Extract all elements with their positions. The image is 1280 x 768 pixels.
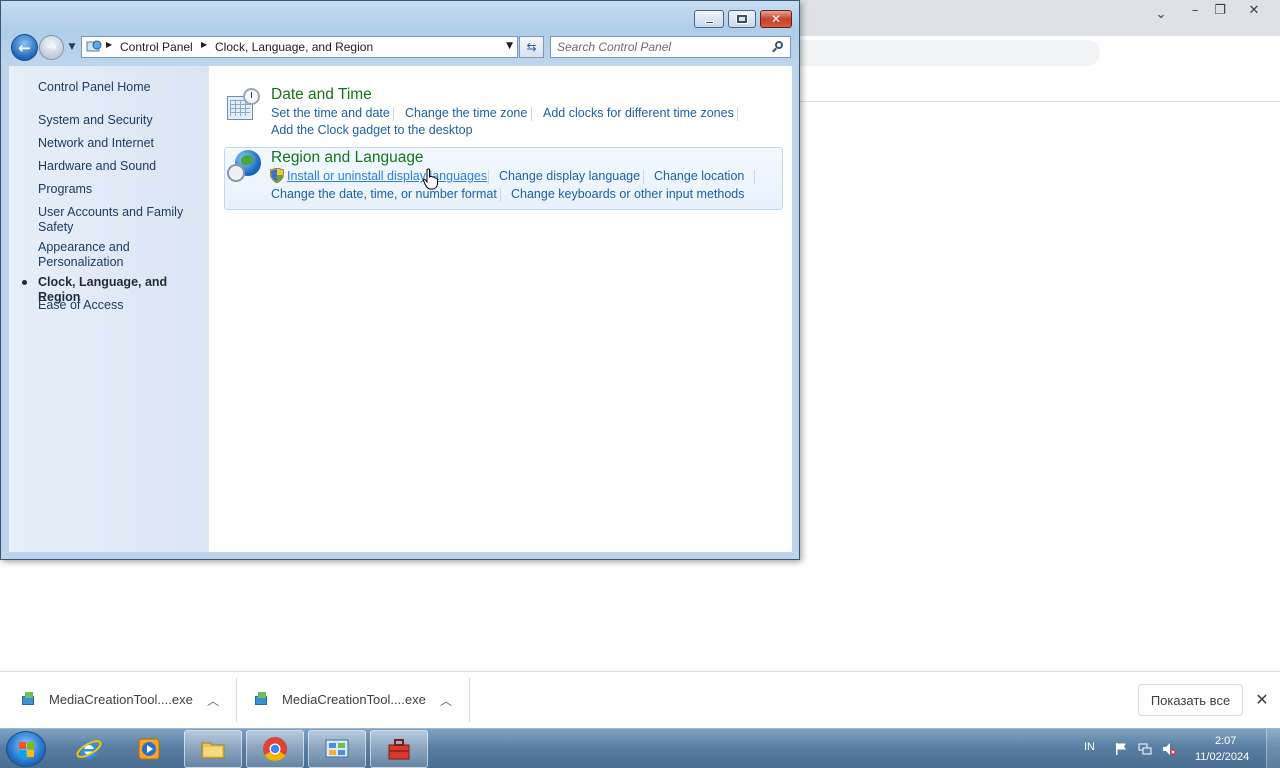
link-separator — [531, 107, 532, 121]
refresh-button[interactable]: ⇆ — [519, 36, 544, 58]
taskbar-media-player[interactable] — [120, 730, 178, 768]
toolbox-icon — [388, 739, 410, 760]
sidebar-item-control-panel-home[interactable]: Control Panel Home — [38, 80, 203, 95]
back-button[interactable]: ← — [11, 34, 38, 61]
breadcrumb-separator-icon: ▶ — [106, 40, 113, 49]
download-item[interactable]: MediaCreationTool....exe ︿ — [237, 678, 469, 722]
action-center-flag-icon[interactable] — [1114, 742, 1128, 756]
control-panel-window: ✕ ← → ▼ ▶ Control Panel ▶ Clock, Languag… — [0, 0, 800, 560]
link-change-display-language[interactable]: Change display language — [499, 169, 640, 183]
link-change-time-zone[interactable]: Change the time zone — [405, 106, 527, 120]
sidebar-item-user-accounts[interactable]: User Accounts and Family Safety — [38, 205, 188, 235]
sidebar: Control Panel Home System and Security N… — [9, 66, 209, 552]
sidebar-item-programs[interactable]: Programs — [38, 182, 203, 197]
volume-muted-icon[interactable] — [1162, 742, 1176, 756]
hand-pointer-cursor-icon — [422, 168, 438, 190]
link-change-location[interactable]: Change location — [654, 169, 744, 183]
taskbar-chrome[interactable] — [246, 730, 304, 768]
content-pane: Date and Time Set the time and date Chan… — [209, 66, 792, 552]
link-separator — [643, 170, 644, 184]
control-panel-icon — [86, 40, 102, 52]
taskbar-toolbox[interactable] — [370, 730, 428, 768]
link-change-keyboards[interactable]: Change keyboards or other input methods — [511, 187, 744, 201]
taskbar: IN 2:07 11/02/2024 — [0, 728, 1280, 768]
refresh-icon: ⇆ — [526, 40, 537, 54]
download-filename: MediaCreationTool....exe — [282, 692, 426, 707]
maximize-icon — [737, 15, 747, 23]
uac-shield-icon — [270, 168, 284, 183]
show-desktop-button[interactable] — [1266, 729, 1280, 768]
link-separator — [488, 170, 489, 184]
category-title-date-time[interactable]: Date and Time — [271, 86, 372, 104]
download-item[interactable]: MediaCreationTool....exe ︿ — [0, 678, 236, 722]
link-separator — [754, 170, 755, 184]
sidebar-item-ease-of-access[interactable]: Ease of Access — [38, 298, 203, 313]
minimize-button[interactable] — [694, 10, 724, 28]
taskbar-file-explorer[interactable] — [184, 730, 242, 768]
recent-pages-dropdown-icon[interactable]: ▼ — [66, 41, 78, 53]
region-language-globe-icon[interactable] — [227, 150, 261, 184]
link-add-clocks[interactable]: Add clocks for different time zones — [543, 106, 734, 120]
minimize-icon — [704, 20, 714, 24]
installer-file-icon — [22, 692, 36, 706]
download-separator — [469, 678, 470, 722]
download-options-chevron-icon[interactable]: ︿ — [203, 690, 223, 710]
browser-minimize-button[interactable]: – — [1184, 2, 1206, 18]
sidebar-item-hardware-sound[interactable]: Hardware and Sound — [38, 159, 203, 174]
date-time-icon[interactable] — [227, 88, 261, 122]
breadcrumb-separator-icon[interactable]: ▶ — [201, 40, 207, 49]
back-arrow-icon: ← — [18, 38, 31, 57]
breadcrumb-control-panel[interactable]: Control Panel — [120, 40, 193, 54]
show-all-downloads-button[interactable]: Показать все — [1138, 684, 1243, 716]
language-indicator[interactable]: IN — [1084, 741, 1095, 753]
search-icon[interactable] — [771, 40, 785, 54]
download-shelf: MediaCreationTool....exe ︿ MediaCreation… — [0, 671, 1280, 728]
sidebar-item-network-internet[interactable]: Network and Internet — [38, 136, 203, 151]
close-download-shelf-icon[interactable]: ✕ — [1252, 688, 1272, 710]
download-filename: MediaCreationTool....exe — [49, 692, 193, 707]
address-dropdown-icon[interactable]: ▼ — [506, 41, 513, 51]
link-separator — [737, 107, 738, 121]
system-tray: IN 2:07 11/02/2024 — [1070, 729, 1280, 768]
browser-close-button[interactable]: ✕ — [1243, 2, 1265, 18]
link-change-date-time-format[interactable]: Change the date, time, or number format — [271, 187, 497, 201]
taskbar-control-panel[interactable] — [308, 730, 366, 768]
clock-time[interactable]: 2:07 — [1215, 735, 1236, 747]
link-separator — [393, 107, 394, 121]
network-icon[interactable] — [1138, 742, 1152, 756]
link-add-clock-gadget[interactable]: Add the Clock gadget to the desktop — [271, 123, 473, 137]
tab-search-chevron-icon[interactable]: ⌄ — [1150, 6, 1172, 22]
start-button[interactable] — [6, 731, 46, 767]
windows-logo-icon — [19, 742, 35, 758]
address-bar[interactable]: ▶ Control Panel ▶ Clock, Language, and R… — [81, 36, 518, 58]
browser-restore-button[interactable]: ❐ — [1209, 2, 1231, 18]
clock-date[interactable]: 11/02/2024 — [1195, 751, 1249, 763]
link-set-time-date[interactable]: Set the time and date — [271, 106, 390, 120]
installer-file-icon — [255, 692, 269, 706]
media-player-icon — [138, 738, 160, 760]
category-title-region-language[interactable]: Region and Language — [271, 149, 424, 167]
download-options-chevron-icon[interactable]: ︿ — [436, 690, 456, 710]
sidebar-item-appearance[interactable]: Appearance and Personalization — [38, 240, 148, 270]
taskbar-internet-explorer[interactable] — [60, 730, 118, 768]
search-box[interactable] — [550, 36, 791, 58]
forward-button[interactable]: → — [39, 35, 64, 60]
forward-arrow-icon: → — [46, 40, 57, 55]
search-input[interactable] — [557, 40, 757, 54]
maximize-button[interactable] — [728, 10, 756, 28]
current-item-bullet-icon — [22, 280, 27, 285]
folder-icon — [201, 742, 225, 759]
browser-omnibox[interactable] — [800, 40, 1100, 66]
link-separator — [500, 188, 501, 202]
close-button[interactable]: ✕ — [760, 10, 792, 28]
sidebar-item-system-security[interactable]: System and Security — [38, 113, 203, 128]
control-panel-icon — [325, 739, 349, 758]
chrome-icon — [263, 737, 287, 762]
internet-explorer-icon — [76, 740, 102, 759]
link-install-display-languages[interactable]: Install or uninstall display languages — [287, 169, 487, 183]
breadcrumb-clock-language-region[interactable]: Clock, Language, and Region — [215, 40, 373, 54]
